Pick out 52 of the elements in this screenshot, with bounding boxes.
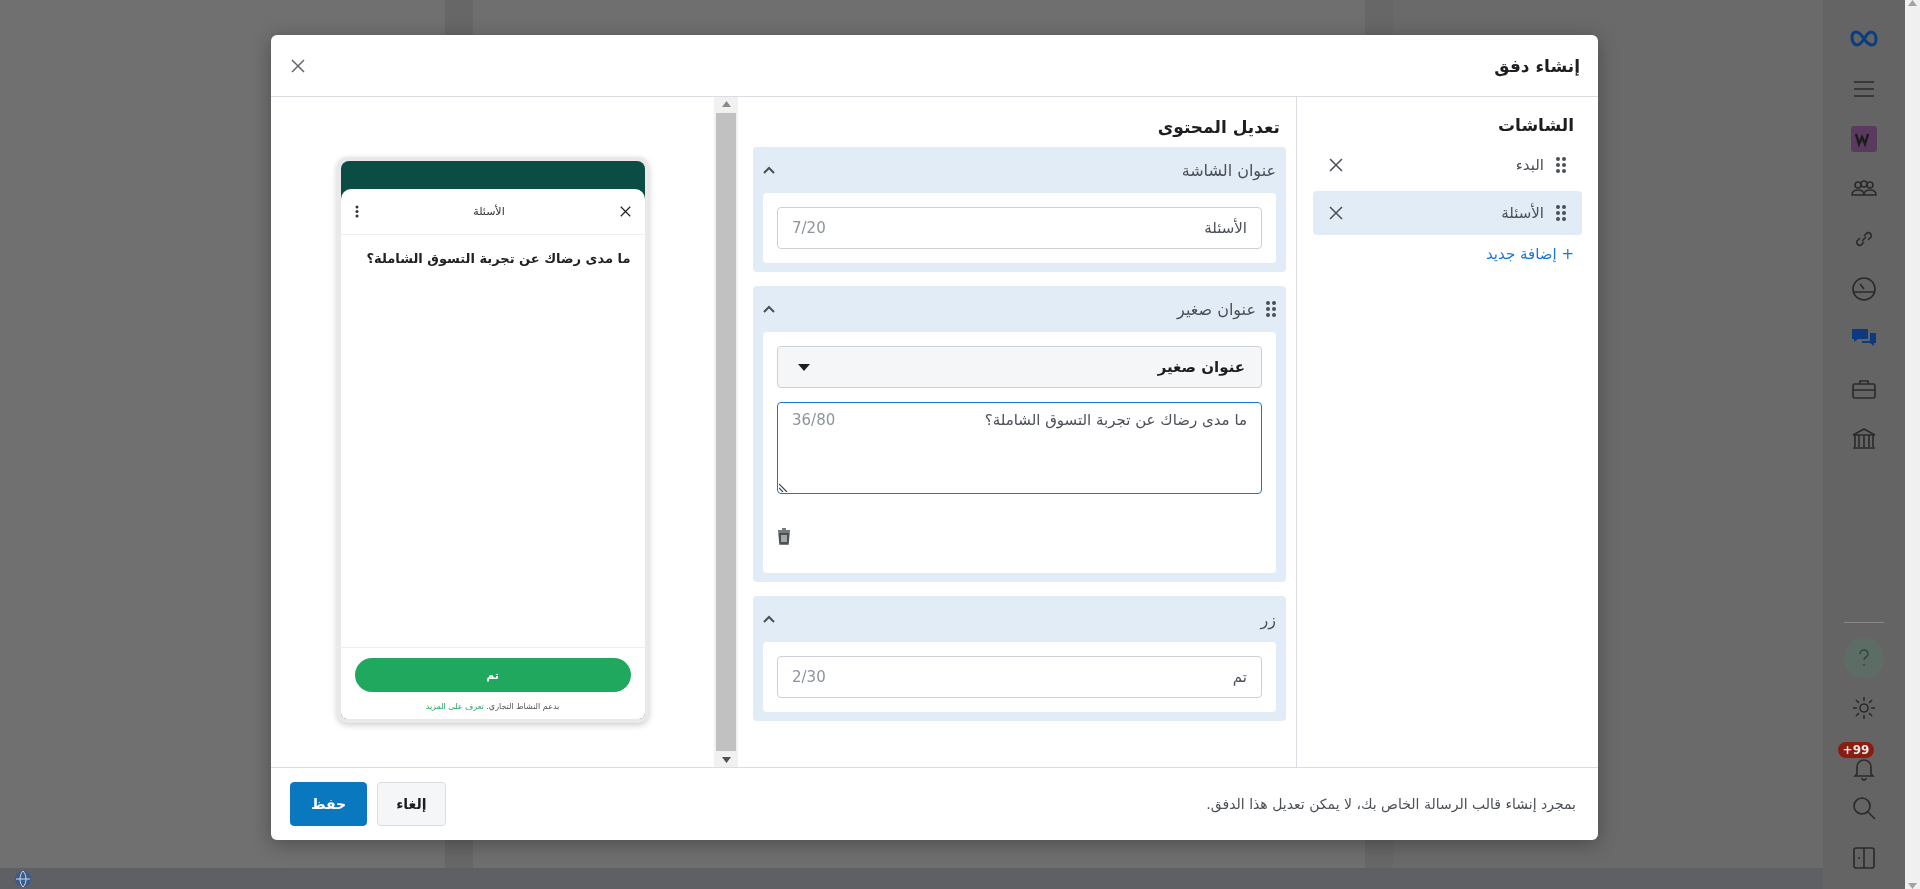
resize-grip-icon[interactable]	[779, 482, 789, 492]
drag-handle-icon[interactable]	[1556, 205, 1566, 221]
character-counter: 36/80	[792, 411, 836, 429]
add-new-link[interactable]: + إضافة جديد	[1486, 245, 1574, 263]
panel-title: الشاشات	[1496, 115, 1574, 135]
scroll-up-icon[interactable]	[721, 101, 731, 107]
panel-toggle-icon[interactable]	[1850, 844, 1878, 872]
cancel-button[interactable]: إلغاء	[377, 782, 446, 826]
screen-list-item[interactable]: البدء	[1313, 143, 1582, 187]
chevron-icon[interactable]	[763, 615, 775, 623]
input-value: تم	[1232, 668, 1247, 686]
gauge-icon[interactable]	[1850, 275, 1878, 303]
screen-name: البدء	[1515, 156, 1544, 174]
section-header[interactable]: زر	[753, 596, 1286, 642]
section-header[interactable]: عنوان صغير	[753, 286, 1286, 332]
bell-icon[interactable]	[1850, 759, 1878, 783]
preview-title: الأسئلة	[473, 205, 505, 218]
remove-icon[interactable]	[1329, 158, 1343, 172]
scroll-down-icon[interactable]	[721, 757, 731, 763]
globe-icon[interactable]	[14, 869, 32, 888]
scrollbar[interactable]	[714, 97, 738, 767]
dialog-title: إنشاء دفق	[1494, 55, 1580, 76]
preview-question: ما مدى رضاك عن تجربة التسوق الشاملة؟	[366, 251, 631, 266]
drag-handle-icon[interactable]	[1556, 157, 1566, 173]
section-label: زر	[1260, 609, 1276, 629]
character-counter: 7/20	[792, 219, 826, 237]
text-style-dropdown[interactable]: عنوان صغير	[777, 346, 1262, 388]
workspace-avatar-icon[interactable]	[1850, 125, 1878, 153]
settings-icon[interactable]	[1850, 694, 1878, 722]
more-options-icon[interactable]	[354, 205, 359, 218]
drag-handle-icon[interactable]	[1266, 301, 1276, 317]
scroll-up-icon[interactable]	[1908, 0, 1917, 6]
chevron-icon[interactable]	[763, 305, 775, 313]
section-label: عنوان الشاشة	[1181, 160, 1276, 180]
section-header[interactable]: عنوان الشاشة	[753, 147, 1286, 193]
trash-icon[interactable]	[777, 528, 791, 545]
dropdown-caret-icon	[798, 363, 810, 371]
section-label: عنوان صغير	[1177, 299, 1256, 319]
input-value: الأسئلة	[1204, 219, 1247, 237]
notification-badge: +99	[1837, 742, 1875, 758]
remove-icon[interactable]	[1329, 206, 1343, 220]
screen-name: الأسئلة	[1501, 204, 1544, 222]
section-title: تعديل المحتوى	[1156, 117, 1280, 137]
search-icon[interactable]	[1850, 794, 1878, 822]
close-icon[interactable]	[619, 206, 631, 217]
preview-footer-text: بدعم النشاط التجاري. تعرف على المزيد	[425, 702, 560, 711]
chevron-icon[interactable]	[763, 166, 775, 174]
footer-note: بمجرد إنشاء قالب الرسالة الخاص بك، لا يمكن تعديل هذا الدفق.	[1206, 796, 1576, 812]
character-counter: 2/30	[792, 668, 826, 686]
input-value: ما مدى رضاك عن تجربة التسوق الشاملة؟	[984, 411, 1247, 429]
screen-list-item[interactable]: الأسئلة	[1313, 191, 1582, 235]
save-button[interactable]: حفظ	[290, 782, 368, 826]
